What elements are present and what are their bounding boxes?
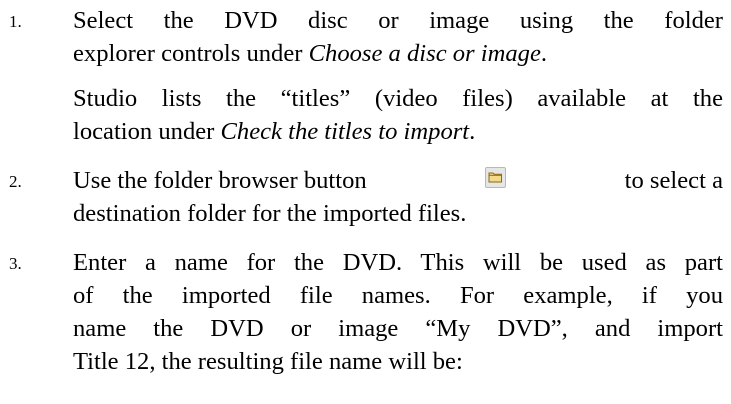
step-number: 3. [9,254,22,273]
step-number: 2. [9,172,22,191]
step-text-line: Use the folder browser button to select … [73,167,723,194]
step-text-line: name the DVD or image “My DVD”, and impo… [73,315,723,342]
folder-icon [488,172,503,183]
step-number: 1. [9,12,22,31]
step-text-line: explorer controls under Choose a disc or… [73,40,548,67]
step-text-line: Enter a name for the DVD. This will be u… [73,249,723,276]
step-text-line: destination folder for the imported file… [73,200,467,227]
step-text-line: of the imported file names. For example,… [73,282,723,309]
folder-browser-button[interactable] [485,167,507,188]
step-note-line: location under Check the titles to impor… [73,118,476,145]
step-text-line: Title 12, the resulting file name will b… [73,348,463,375]
step-text-line: Select the DVD disc or image using the f… [73,7,723,34]
step-note-line: Studio lists the “titles” (video files) … [73,85,723,112]
